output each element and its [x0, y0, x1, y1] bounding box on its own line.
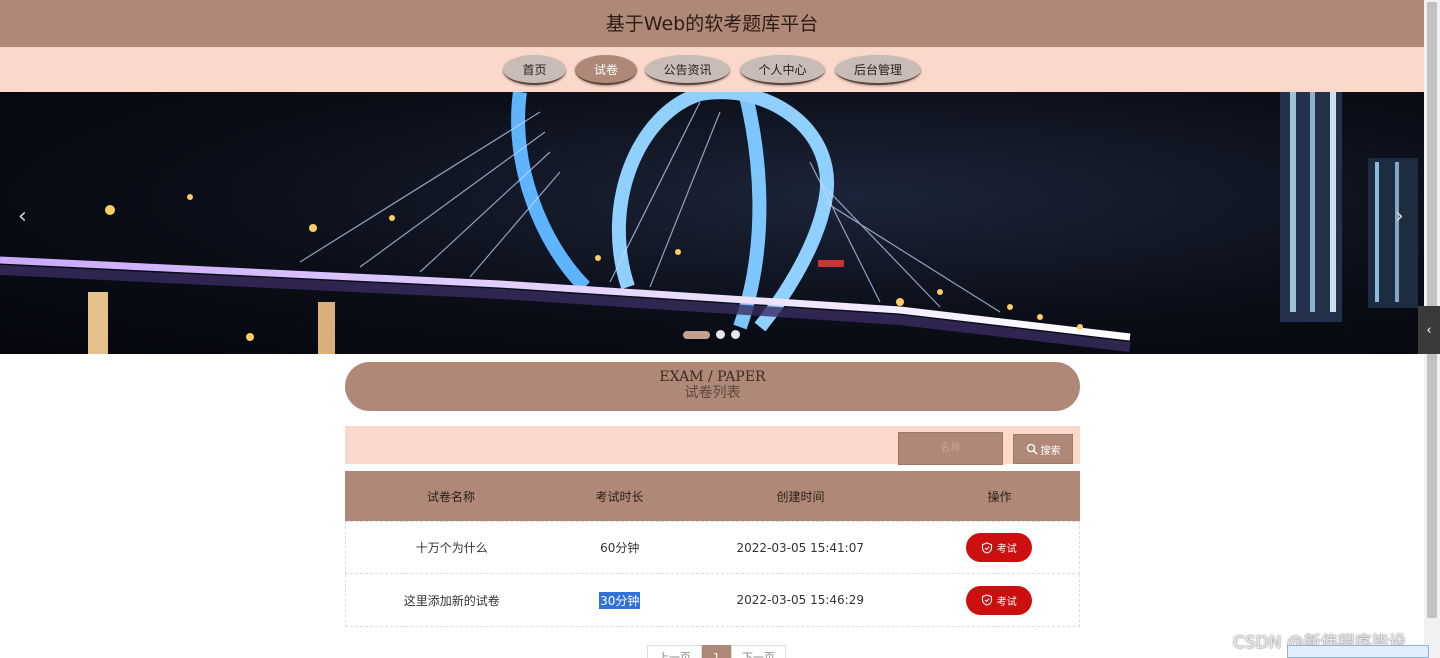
search-icon: [1026, 443, 1038, 455]
column-header-name: 试卷名称: [426, 489, 475, 504]
carousel-dot-3[interactable]: [731, 330, 740, 339]
paper-duration: 30分钟: [599, 591, 641, 609]
column-header-duration: 考试时长: [595, 489, 644, 504]
search-input[interactable]: [898, 432, 1003, 465]
nav-item-profile[interactable]: 个人中心: [740, 55, 825, 85]
section-title-cn: 试卷列表: [684, 385, 741, 401]
search-button[interactable]: 搜索: [1013, 434, 1073, 464]
column-header-created: 创建时间: [776, 489, 825, 504]
nav-item-home[interactable]: 首页: [503, 55, 566, 85]
nav-item-news[interactable]: 公告资讯: [645, 55, 730, 85]
paper-created: 2022-03-05 15:41:07: [736, 540, 864, 555]
paper-name: 这里添加新的试卷: [403, 593, 500, 608]
column-header-action: 操作: [987, 489, 1012, 504]
paper-duration-cell: 30分钟: [557, 574, 682, 626]
shield-check-icon: [981, 541, 992, 554]
table-header: 试卷名称 考试时长 创建时间 操作: [345, 471, 1080, 521]
start-exam-label: 考试: [996, 544, 1017, 555]
shield-check-icon: [981, 594, 992, 606]
pagination: 上一页 1 下一页: [647, 645, 786, 658]
banner-image: [0, 92, 1418, 354]
carousel-dot-2[interactable]: [716, 330, 725, 339]
site-header: 基于Web的软考题库平台: [0, 0, 1424, 47]
carousel-dot-1[interactable]: [683, 330, 710, 339]
nav-item-admin[interactable]: 后台管理: [835, 55, 921, 85]
side-panel-toggle-chevron-left-icon[interactable]: ‹: [1418, 306, 1440, 354]
prev-page-button[interactable]: 上一页: [647, 645, 702, 658]
paper-table: 试卷名称 考试时长 创建时间 操作 十万个为什么 60分钟 2022-03-05…: [345, 471, 1080, 627]
action-cell: 考试: [918, 522, 1079, 573]
main-nav: 首页 试卷 公告资讯 个人中心 后台管理: [0, 47, 1424, 92]
section-title: EXAM / PAPER 试卷列表: [345, 362, 1080, 411]
table-row: 这里添加新的试卷 30分钟 2022-03-05 15:46:29 考试: [345, 574, 1080, 627]
page: 基于Web的软考题库平台 首页 试卷 公告资讯 个人中心 后台管理 ‹ › EX…: [0, 0, 1440, 658]
carousel-indicators: [683, 330, 740, 339]
action-cell: 考试: [918, 574, 1079, 626]
section-title-en: EXAM / PAPER: [659, 369, 766, 385]
banner-next-chevron-right-icon[interactable]: ›: [1395, 204, 1404, 229]
ime-toolbar[interactable]: [1287, 645, 1429, 658]
banner-prev-chevron-left-icon[interactable]: ‹: [18, 204, 27, 229]
start-exam-label: 考试: [996, 596, 1017, 608]
start-exam-button[interactable]: 考试: [965, 585, 1032, 615]
next-page-button[interactable]: 下一页: [731, 645, 786, 658]
paper-name: 十万个为什么: [415, 541, 488, 555]
paper-created: 2022-03-05 15:46:29: [736, 593, 864, 607]
current-page[interactable]: 1: [702, 645, 731, 658]
start-exam-button[interactable]: 考试: [965, 533, 1032, 562]
nav-item-papers[interactable]: 试卷: [575, 55, 637, 85]
table-row: 十万个为什么 60分钟 2022-03-05 15:41:07 考试: [345, 521, 1080, 574]
banner-carousel[interactable]: ‹ ›: [0, 92, 1424, 354]
paper-duration: 60分钟: [600, 541, 640, 555]
site-title: 基于Web的软考题库平台: [605, 13, 819, 35]
search-button-label: 搜索: [1040, 445, 1061, 457]
search-bar: 搜索: [345, 426, 1080, 465]
